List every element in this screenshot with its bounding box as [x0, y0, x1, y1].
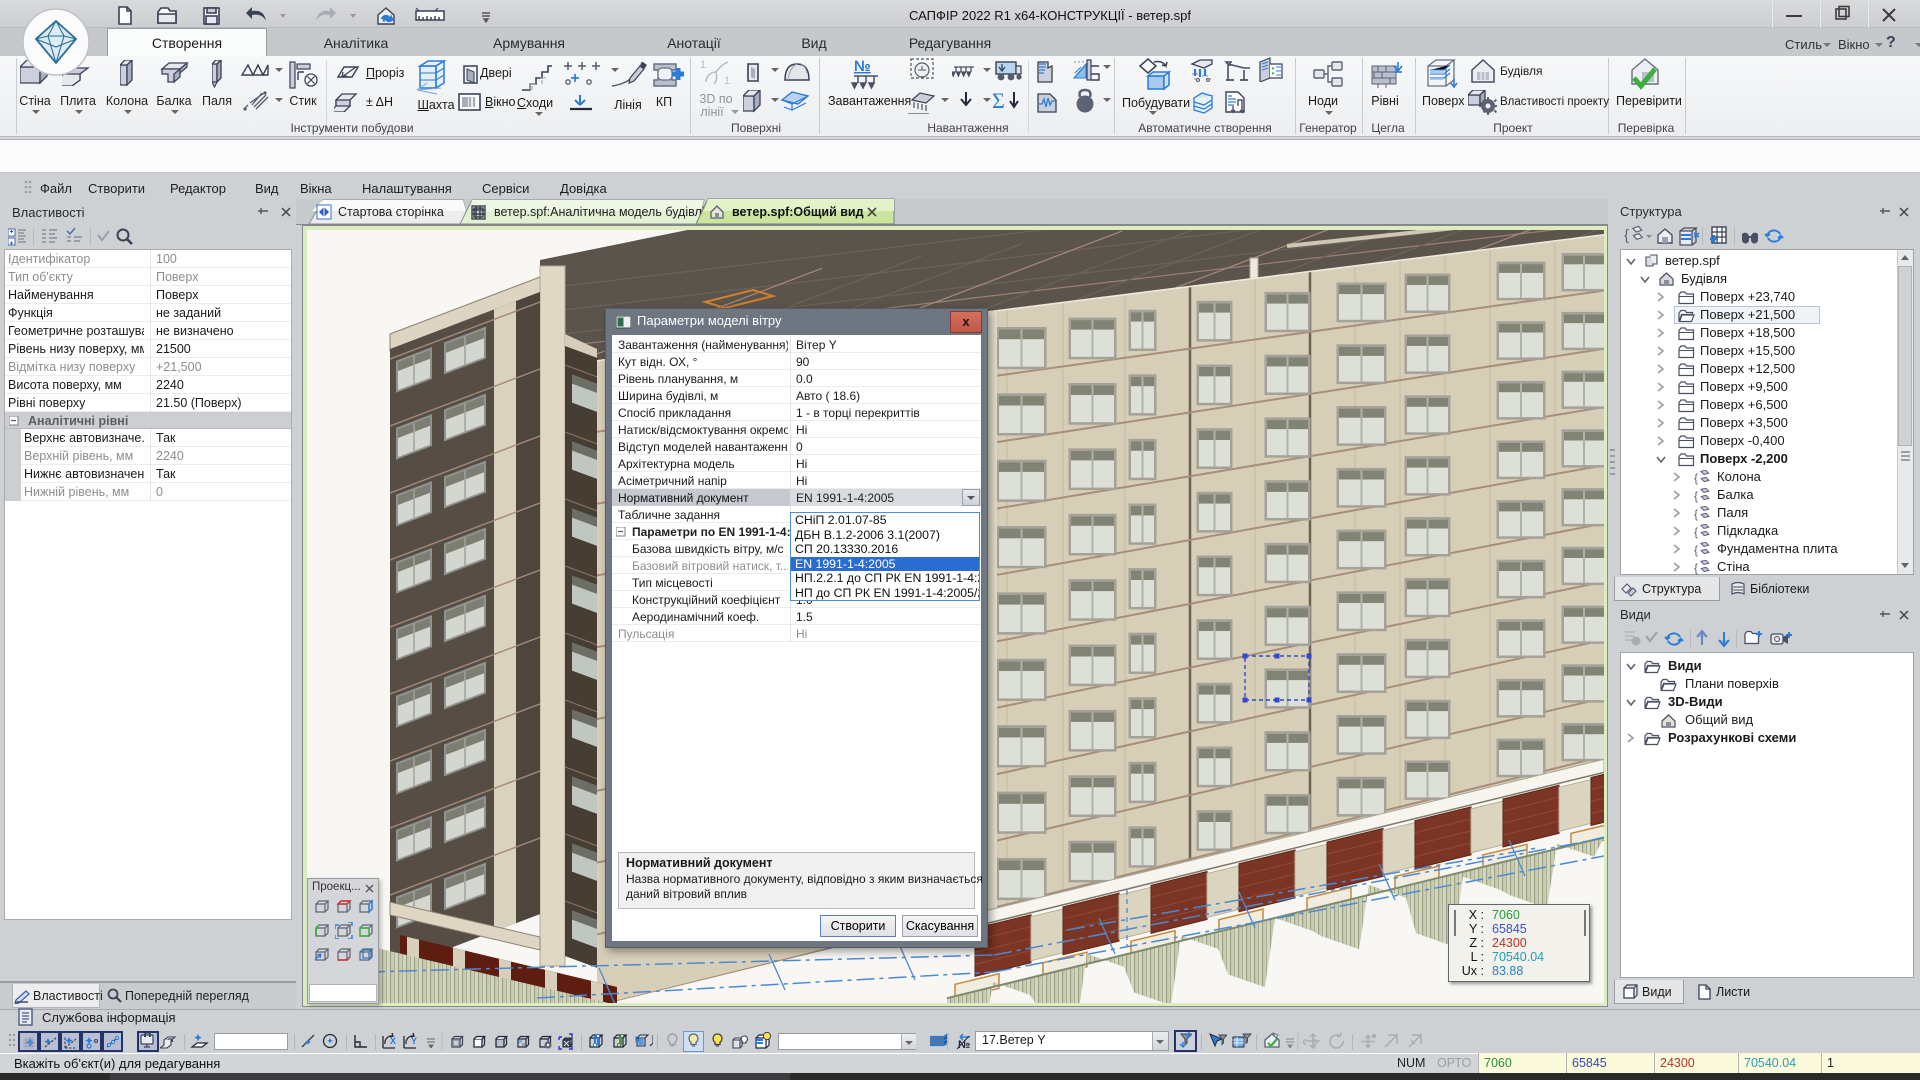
svg-text:{: {	[1694, 507, 1698, 521]
svg-text:Σ: Σ	[992, 88, 1005, 113]
svg-text:{: {	[1694, 471, 1698, 485]
svg-text:1: 1	[700, 59, 706, 71]
svg-text:{: {	[1694, 489, 1698, 503]
svg-text:1: 1	[724, 75, 730, 87]
svg-text:{: {	[1694, 543, 1698, 557]
svg-text:Y: Y	[411, 1036, 417, 1046]
svg-text:{: {	[1694, 525, 1698, 539]
svg-text:X: X	[390, 1036, 396, 1046]
svg-text:№: №	[854, 58, 871, 75]
svg-text:{: {	[1624, 227, 1629, 244]
svg-text:{: {	[1694, 561, 1698, 575]
